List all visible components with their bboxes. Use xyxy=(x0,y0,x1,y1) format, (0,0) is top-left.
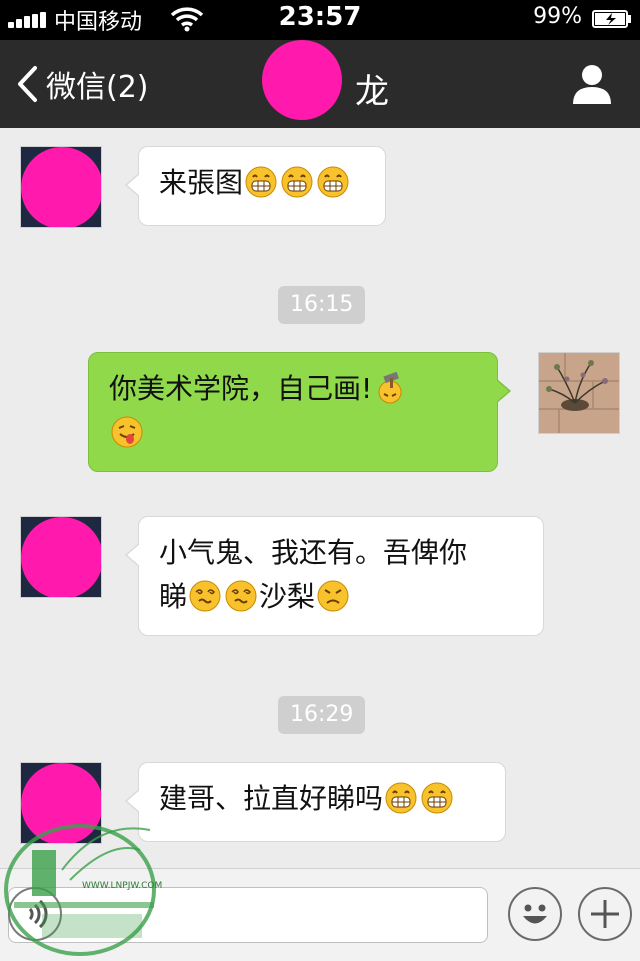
tongue-emoji-icon xyxy=(111,416,143,448)
incoming-message-bubble[interactable]: 来張图 xyxy=(125,146,386,226)
emoji-button[interactable] xyxy=(508,887,562,941)
contact-avatar[interactable] xyxy=(20,516,102,598)
contact-avatar[interactable] xyxy=(20,146,102,228)
battery-charging-icon xyxy=(592,10,631,28)
input-bar xyxy=(0,868,640,961)
dizzy-emoji-icon xyxy=(225,580,257,612)
outgoing-message-bubble[interactable]: 你美术学院，自己画! xyxy=(88,352,511,472)
more-button[interactable] xyxy=(578,887,632,941)
grin-emoji-icon xyxy=(385,782,417,814)
chat-title-text: 龙 xyxy=(355,72,389,112)
incoming-message-bubble[interactable]: 建哥、拉直好睇吗 xyxy=(125,762,506,842)
battery-percent: 99% xyxy=(533,4,582,29)
hammer-emoji-icon xyxy=(378,372,402,404)
my-avatar[interactable] xyxy=(538,352,620,434)
name-redaction xyxy=(262,40,342,120)
grin-emoji-icon xyxy=(317,166,349,198)
person-icon xyxy=(582,65,602,85)
message-text: 你美术学院，自己画! xyxy=(109,372,373,405)
timestamp: 16:29 xyxy=(278,696,366,734)
dizzy-emoji-icon xyxy=(189,580,221,612)
voice-button[interactable] xyxy=(8,887,62,941)
plus-icon xyxy=(591,900,619,928)
grin-emoji-icon xyxy=(421,782,453,814)
status-bar: 中国移动 23:57 99% xyxy=(0,0,640,40)
message-text-line1: 小气鬼、我还有。吾俾你 xyxy=(159,536,468,569)
message-text: 建哥、拉直好睇吗 xyxy=(159,782,384,815)
grin-emoji-icon xyxy=(281,166,313,198)
smiley-icon xyxy=(523,904,547,924)
incoming-message-bubble[interactable]: 小气鬼、我还有。吾俾你睇 沙梨 xyxy=(125,516,544,636)
nav-bar: 微信(2) 龙 xyxy=(0,40,640,128)
grin-emoji-icon xyxy=(245,166,277,198)
sad-emoji-icon xyxy=(317,580,349,612)
message-input[interactable] xyxy=(8,887,488,943)
voice-icon xyxy=(28,899,48,929)
message-text-line2-end: 沙梨 xyxy=(259,580,316,613)
profile-button[interactable] xyxy=(570,62,614,106)
message-text-line2-start: 睇 xyxy=(159,580,188,613)
contact-avatar[interactable] xyxy=(20,762,102,844)
timestamp: 16:15 xyxy=(278,286,366,324)
message-text: 来張图 xyxy=(159,166,244,199)
chat-area[interactable]: 来張图 16:15 你美术学院，自己画! 小气鬼、我还有。吾俾你睇 沙梨 16:2… xyxy=(0,128,640,868)
plant-photo xyxy=(539,353,619,433)
